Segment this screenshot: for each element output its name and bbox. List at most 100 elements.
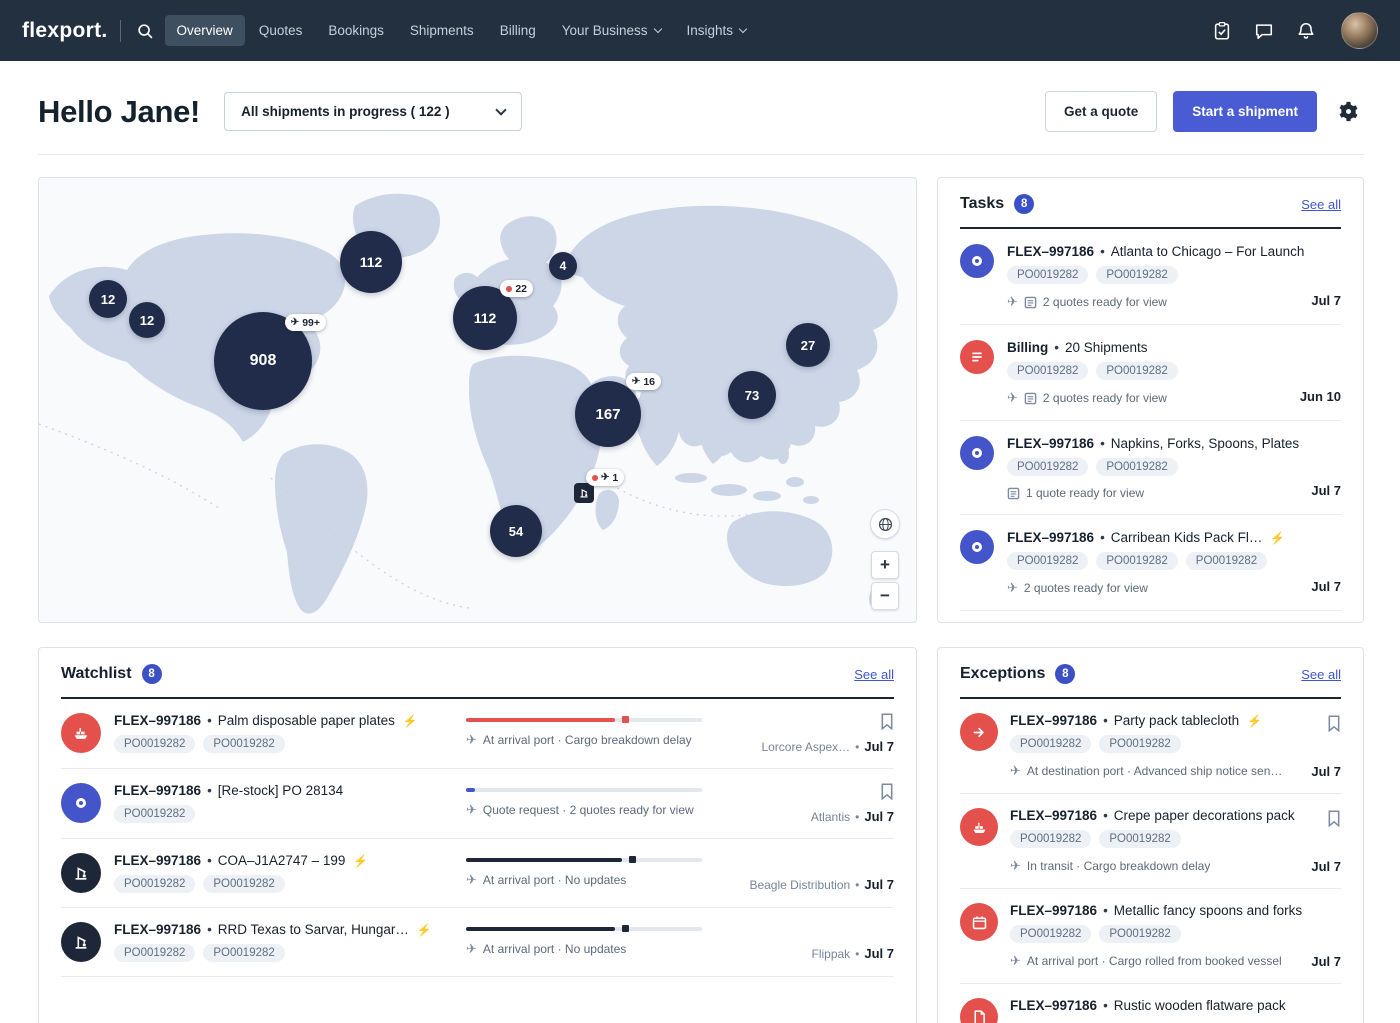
- po-tag: PO0019282: [1007, 552, 1089, 570]
- watchlist-item[interactable]: FLEX–997186 • RRD Texas to Sarvar, Hungar……: [61, 908, 894, 977]
- due-date: Jul 7: [1311, 763, 1341, 779]
- nav-item-your-business[interactable]: Your Business: [550, 15, 673, 46]
- shipment-ref: FLEX–997186: [1010, 903, 1098, 918]
- tasks-see-all-link[interactable]: See all: [1301, 197, 1341, 212]
- quote-record-icon: [960, 436, 994, 470]
- due-date: Jul 7: [864, 809, 894, 824]
- watchlist-item[interactable]: FLEX–997186 • COA–J1A2747 – 199 ⚡ PO0019282…: [61, 839, 894, 908]
- plane-icon: ✈: [290, 317, 300, 328]
- nav-item-shipments[interactable]: Shipments: [398, 15, 486, 46]
- bookmark-icon[interactable]: [880, 713, 894, 730]
- map-cluster[interactable]: 27: [786, 323, 830, 367]
- dot-separator: •: [1054, 340, 1059, 355]
- plane-icon: ✈: [1007, 390, 1018, 405]
- due-date: Jun 10: [1299, 389, 1341, 404]
- lightning-icon: ⚡: [402, 713, 418, 728]
- due-date: Jul 7: [1311, 953, 1341, 969]
- plane-icon: ✈: [1007, 294, 1018, 309]
- exception-item[interactable]: FLEX–997186 • Metallic fancy spoons and fo…: [960, 889, 1341, 984]
- bookmark-icon[interactable]: [1327, 715, 1341, 732]
- exception-item[interactable]: FLEX–997186 • Party pack tablecloth ⚡ PO001…: [960, 699, 1341, 794]
- nav-divider: [119, 19, 121, 42]
- po-tag: PO0019282: [1185, 552, 1268, 570]
- cluster-count: 73: [744, 387, 760, 403]
- nav-item-bookings[interactable]: Bookings: [316, 15, 396, 46]
- task-title: Napkins, Forks, Spoons, Plates: [1110, 436, 1300, 451]
- map-cluster[interactable]: 908 ✈ 99+: [214, 312, 326, 410]
- exceptions-panel: Exceptions 8 See all FLEX–997186 • Party p…: [937, 647, 1364, 1023]
- nav-item-insights[interactable]: Insights: [675, 15, 759, 46]
- lightning-icon: ⚡: [1270, 530, 1286, 545]
- shipment-ref: FLEX–997186: [1010, 713, 1098, 728]
- map-cluster[interactable]: 112 22: [453, 280, 533, 350]
- settings-gear-icon[interactable]: [1333, 96, 1364, 127]
- task-status: 2 quotes ready for view: [1042, 295, 1167, 309]
- zoom-in-button[interactable]: +: [871, 551, 899, 579]
- map-cluster[interactable]: 112: [340, 231, 402, 293]
- due-date: Jul 7: [1311, 483, 1341, 498]
- search-icon[interactable]: [129, 15, 161, 47]
- shipment-title: Rustic wooden flatware pack: [1113, 998, 1286, 1013]
- port-marker-icon[interactable]: ✈ 1: [574, 469, 625, 503]
- quote-list-icon: [1007, 487, 1020, 499]
- map-cluster[interactable]: 12: [89, 280, 127, 318]
- nav-item-overview[interactable]: Overview: [164, 15, 245, 46]
- watchlist-see-all-link[interactable]: See all: [854, 667, 894, 682]
- dot-separator: •: [207, 922, 212, 937]
- calendar-icon: [960, 903, 998, 941]
- shipment-status: At arrival port · No updates: [482, 873, 627, 887]
- exception-item[interactable]: FLEX–997186 • Crepe paper decorations pack…: [960, 794, 1341, 889]
- cluster-count: 112: [473, 310, 497, 326]
- po-tag: PO0019282: [1096, 458, 1178, 476]
- due-date: Jul 7: [1311, 579, 1341, 594]
- cluster-count: 4: [559, 259, 567, 273]
- nav-right-icons: [1205, 12, 1378, 49]
- shipment-map[interactable]: 12 12 112 908 ✈ 99+ 4 112 22 167 ✈ 16 27 7…: [38, 177, 917, 623]
- map-cluster[interactable]: 167 ✈ 16: [575, 373, 661, 447]
- bookmark-icon[interactable]: [880, 783, 894, 800]
- watchlist-count-badge: 8: [141, 664, 162, 684]
- po-tag: PO0019282: [1096, 552, 1178, 570]
- due-date: Jul 7: [1311, 293, 1341, 308]
- lightning-icon: ⚡: [416, 922, 432, 937]
- chevron-down-icon: [738, 24, 748, 33]
- start-shipment-button[interactable]: Start a shipment: [1173, 91, 1317, 132]
- map-cluster[interactable]: 12: [129, 302, 165, 338]
- task-item[interactable]: FLEX–997186 • Carribean Kids Pack Fl… ⚡ PO0…: [960, 515, 1341, 611]
- cluster-count: 12: [139, 312, 155, 328]
- dot-separator: •: [1103, 713, 1108, 728]
- billing-icon: [960, 340, 994, 374]
- plane-icon: ✈: [1010, 763, 1021, 778]
- messages-icon[interactable]: [1247, 14, 1281, 48]
- watchlist-item[interactable]: FLEX–997186 • [Re-stock] PO 28134 PO001928…: [61, 769, 894, 839]
- task-item[interactable]: Billing • 20 Shipments PO0019282 PO0019282 …: [960, 325, 1341, 421]
- filter-label: All shipments in progress ( 122 ): [241, 104, 450, 119]
- map-cluster[interactable]: 54: [490, 505, 542, 557]
- shipment-ref: FLEX–997186: [1010, 998, 1098, 1013]
- bookmark-icon[interactable]: [1327, 810, 1341, 827]
- map-cluster[interactable]: 73: [728, 371, 776, 419]
- brand-logo[interactable]: flexport.: [22, 19, 108, 43]
- due-date: Jul 7: [1311, 858, 1341, 874]
- po-tag: PO0019282: [114, 875, 196, 893]
- exception-item[interactable]: FLEX–997186 • Rustic wooden flatware pack: [960, 984, 1341, 1023]
- zoom-out-button[interactable]: −: [871, 582, 899, 610]
- globe-icon[interactable]: [870, 509, 900, 539]
- quote-list-icon: [1024, 296, 1037, 308]
- nav-label: Your Business: [561, 23, 648, 38]
- nav-item-quotes[interactable]: Quotes: [247, 15, 315, 46]
- top-nav: flexport. Overview Quotes Bookings Shipm…: [0, 0, 1400, 61]
- user-avatar[interactable]: [1341, 12, 1378, 49]
- nav-item-billing[interactable]: Billing: [488, 15, 548, 46]
- task-item[interactable]: FLEX–997186 • Napkins, Forks, Spoons, Plat…: [960, 421, 1341, 515]
- tasks-clipboard-icon[interactable]: [1205, 14, 1239, 48]
- task-item[interactable]: FLEX–997186 • Atlanta to Chicago – For Lau…: [960, 229, 1341, 325]
- po-tag: PO0019282: [1007, 362, 1089, 380]
- shipments-filter-dropdown[interactable]: All shipments in progress ( 122 ): [224, 92, 523, 131]
- watchlist-item[interactable]: FLEX–997186 • Palm disposable paper plates…: [61, 699, 894, 769]
- task-status: 1 quote ready for view: [1026, 486, 1145, 500]
- exceptions-see-all-link[interactable]: See all: [1301, 667, 1341, 682]
- map-cluster[interactable]: 4: [549, 252, 577, 280]
- get-quote-button[interactable]: Get a quote: [1044, 91, 1158, 132]
- notifications-icon[interactable]: [1289, 14, 1323, 48]
